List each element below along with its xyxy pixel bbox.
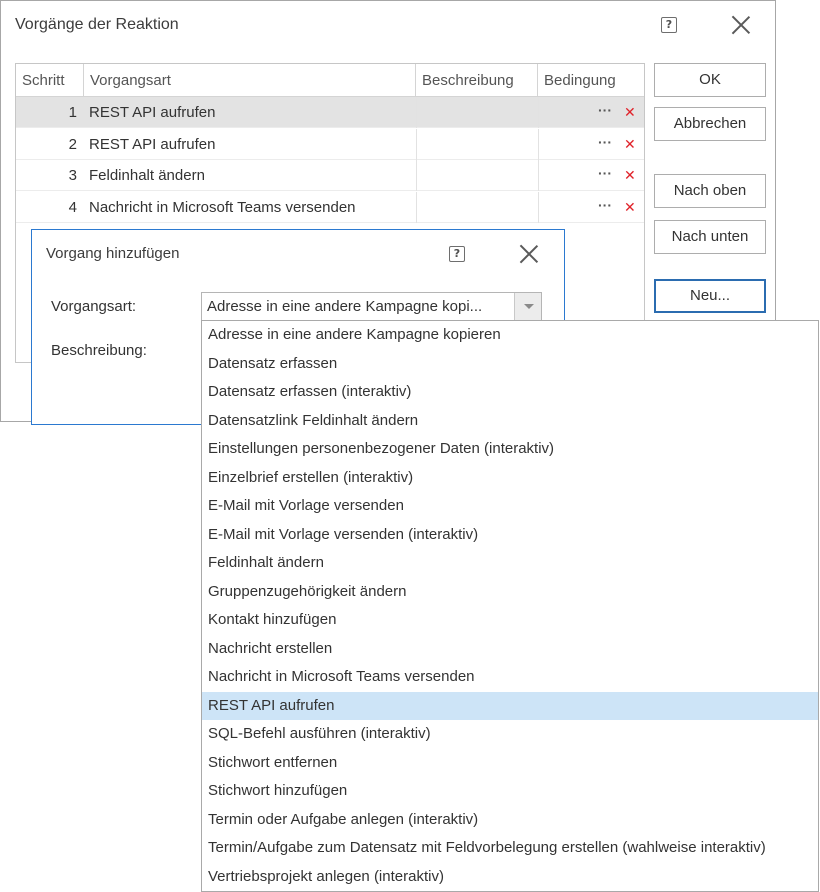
- list-item[interactable]: Nachricht in Microsoft Teams versenden: [202, 663, 818, 692]
- column-header-beschreibung[interactable]: Beschreibung: [416, 64, 538, 97]
- list-item[interactable]: Feldinhalt ändern: [202, 549, 818, 578]
- more-dots-icon[interactable]: ···: [598, 97, 614, 128]
- list-item[interactable]: Einstellungen personenbezogener Daten (i…: [202, 435, 818, 464]
- list-item[interactable]: Datensatz erfassen (interaktiv): [202, 378, 818, 407]
- row-step: 3: [68, 167, 77, 184]
- list-item[interactable]: Kontakt hinzufügen: [202, 606, 818, 635]
- more-dots-icon[interactable]: ···: [598, 129, 614, 160]
- more-dots-icon[interactable]: ···: [598, 160, 614, 191]
- list-item[interactable]: Datensatzlink Feldinhalt ändern: [202, 407, 818, 436]
- add-action-dialog-title: Vorgang hinzufügen: [46, 245, 180, 262]
- ok-button[interactable]: OK: [654, 63, 766, 97]
- move-up-button[interactable]: Nach oben: [654, 174, 766, 208]
- more-dots-icon[interactable]: ···: [598, 192, 614, 223]
- list-item[interactable]: Gruppenzugehörigkeit ändern: [202, 578, 818, 607]
- list-item[interactable]: Stichwort hinzufügen: [202, 777, 818, 806]
- row-type: Nachricht in Microsoft Teams versenden: [89, 199, 356, 216]
- row-condition: ··· ✕: [538, 192, 644, 223]
- row-type: Feldinhalt ändern: [89, 167, 205, 184]
- table-row[interactable]: 3 Feldinhalt ändern ··· ✕: [16, 160, 644, 191]
- action-type-combobox[interactable]: Adresse in eine andere Kampagne kopi...: [201, 292, 542, 321]
- combobox-value: Adresse in eine andere Kampagne kopi...: [207, 298, 483, 315]
- list-item[interactable]: Termin oder Aufgabe anlegen (interaktiv): [202, 806, 818, 835]
- list-item[interactable]: E-Mail mit Vorlage versenden (interaktiv…: [202, 521, 818, 550]
- new-button[interactable]: Neu...: [654, 279, 766, 313]
- table-row[interactable]: 2 REST API aufrufen ··· ✕: [16, 129, 644, 160]
- row-type: REST API aufrufen: [89, 104, 216, 121]
- close-icon[interactable]: [519, 244, 539, 264]
- list-item[interactable]: Adresse in eine andere Kampagne kopieren: [202, 321, 818, 350]
- description-label: Beschreibung:: [51, 342, 147, 359]
- row-description[interactable]: [416, 160, 538, 191]
- help-icon[interactable]: ?: [449, 246, 465, 262]
- list-item[interactable]: E-Mail mit Vorlage versenden: [202, 492, 818, 521]
- row-type: REST API aufrufen: [89, 136, 216, 153]
- row-step: 1: [68, 104, 77, 121]
- column-header-schritt[interactable]: Schritt: [16, 64, 84, 97]
- delete-x-icon[interactable]: ✕: [624, 192, 638, 223]
- table-row[interactable]: 4 Nachricht in Microsoft Teams versenden…: [16, 192, 644, 223]
- row-condition: ··· ✕: [538, 97, 644, 128]
- cancel-button[interactable]: Abbrechen: [654, 107, 766, 141]
- chevron-down-icon[interactable]: [514, 293, 541, 320]
- list-item[interactable]: Einzelbrief erstellen (interaktiv): [202, 464, 818, 493]
- main-dialog-title: Vorgänge der Reaktion: [15, 16, 179, 33]
- list-item[interactable]: Datensatz erfassen: [202, 350, 818, 379]
- close-icon[interactable]: [731, 15, 751, 35]
- column-header-bedingung[interactable]: Bedingung: [538, 64, 644, 97]
- list-item[interactable]: SQL-Befehl ausführen (interaktiv): [202, 720, 818, 749]
- grid-header: Schritt Vorgangsart Beschreibung Bedingu…: [16, 64, 644, 97]
- table-row[interactable]: 1 REST API aufrufen ··· ✕: [16, 97, 644, 128]
- list-item[interactable]: Termin/Aufgabe zum Datensatz mit Feldvor…: [202, 834, 818, 863]
- row-condition: ··· ✕: [538, 129, 644, 160]
- move-down-button[interactable]: Nach unten: [654, 220, 766, 254]
- list-item-highlighted[interactable]: REST API aufrufen: [202, 691, 818, 720]
- column-header-vorgangsart[interactable]: Vorgangsart: [84, 64, 416, 97]
- list-item[interactable]: Vertriebsprojekt anlegen (interaktiv): [202, 863, 818, 892]
- row-step: 4: [68, 199, 77, 216]
- delete-x-icon[interactable]: ✕: [624, 160, 638, 191]
- help-icon[interactable]: ?: [661, 17, 677, 33]
- list-item[interactable]: Nachricht erstellen: [202, 635, 818, 664]
- row-step: 2: [68, 136, 77, 153]
- row-description[interactable]: [416, 192, 538, 223]
- list-item[interactable]: Stichwort entfernen: [202, 749, 818, 778]
- type-label: Vorgangsart:: [51, 298, 137, 315]
- delete-x-icon[interactable]: ✕: [624, 129, 638, 160]
- action-type-dropdown-list: Adresse in eine andere Kampagne kopieren…: [201, 320, 819, 892]
- row-description[interactable]: [416, 97, 538, 128]
- row-condition: ··· ✕: [538, 160, 644, 191]
- delete-x-icon[interactable]: ✕: [624, 97, 638, 128]
- row-description[interactable]: [416, 129, 538, 160]
